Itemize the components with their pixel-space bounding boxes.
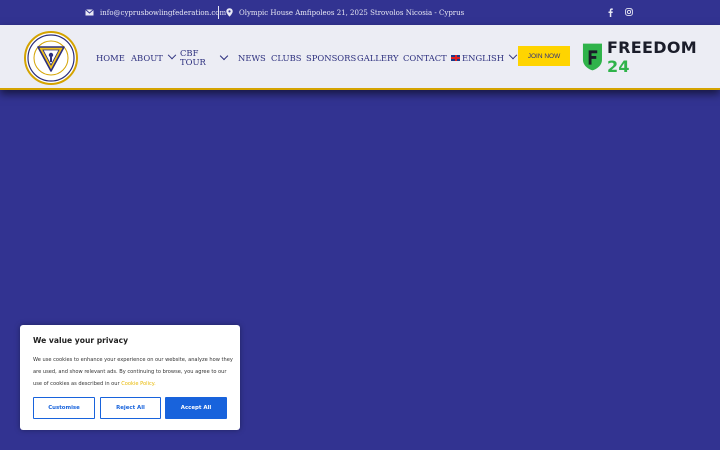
nav-contact[interactable]: CONTACT: [403, 25, 447, 90]
email-text[interactable]: info@cyprusbowlingfederation.com: [100, 9, 226, 17]
nav-home-label: HOME: [96, 52, 125, 63]
sponsor-number: 24: [606, 57, 630, 76]
customise-button[interactable]: Customise: [33, 397, 95, 419]
join-now-button[interactable]: JOIN NOW: [518, 46, 570, 66]
federation-emblem-icon: [27, 34, 75, 82]
accept-all-button[interactable]: Accept All: [165, 397, 227, 419]
language-selector[interactable]: ENGLISH: [451, 25, 518, 90]
nav-contact-label: CONTACT: [403, 52, 447, 63]
nav-clubs-label: CLUBS: [271, 52, 302, 63]
nav-sponsors[interactable]: SPONSORS: [306, 25, 356, 90]
address-text: Olympic House Amfipoleos 21, 2025 Strovo…: [239, 8, 465, 17]
nav-cbf-tour-label-line2: TOUR: [180, 56, 206, 67]
reject-all-button[interactable]: Reject All: [100, 397, 161, 419]
facebook-icon: [608, 7, 613, 17]
nav-gallery[interactable]: GALLERY: [357, 25, 399, 90]
cookie-policy-link[interactable]: Cookie Policy.: [121, 381, 155, 387]
address-contact: Olympic House Amfipoleos 21, 2025 Strovo…: [226, 0, 464, 25]
nav-news[interactable]: NEWS: [238, 25, 266, 90]
chevron-down-icon: [508, 50, 518, 59]
nav-news-label: NEWS: [238, 52, 266, 63]
site-header: HOME ABOUT CBF TOUR NEWS CLUBS SPONSORS …: [0, 25, 720, 90]
nav-about[interactable]: ABOUT: [131, 25, 177, 90]
nav-gallery-label: GALLERY: [357, 52, 399, 63]
nav-about-label: ABOUT: [131, 52, 163, 63]
cookie-consent-dialog: We value your privacy We use cookies to …: [20, 325, 240, 430]
chevron-down-icon: [167, 50, 177, 59]
freedom-shield-icon: [582, 43, 602, 71]
cookie-description: We use cookies to enhance your experienc…: [33, 354, 233, 390]
nav-cbf-tour[interactable]: CBF TOUR: [180, 25, 206, 90]
uk-flag-icon: [451, 54, 460, 61]
facebook-link[interactable]: [604, 6, 616, 18]
email-contact[interactable]: info@cyprusbowlingfederation.com: [85, 0, 226, 25]
sponsor-word: FREEDOM: [606, 38, 697, 57]
nav-clubs[interactable]: CLUBS: [271, 25, 301, 90]
envelope-icon: [85, 9, 94, 16]
topbar-divider: [218, 6, 219, 19]
top-info-bar: info@cyprusbowlingfederation.com Olympic…: [0, 0, 720, 25]
instagram-link[interactable]: [623, 6, 635, 18]
map-pin-icon: [226, 8, 233, 17]
language-label: ENGLISH: [462, 52, 505, 63]
nav-sponsors-label: SPONSORS: [306, 52, 357, 63]
sponsor-logo[interactable]: FREEDOM 24: [582, 38, 720, 76]
federation-logo[interactable]: [24, 31, 78, 85]
instagram-icon: [625, 8, 633, 16]
cookie-title: We value your privacy: [33, 336, 129, 345]
sponsor-name: FREEDOM 24: [607, 38, 720, 76]
nav-home[interactable]: HOME: [96, 25, 125, 90]
chevron-down-icon: [219, 51, 229, 61]
